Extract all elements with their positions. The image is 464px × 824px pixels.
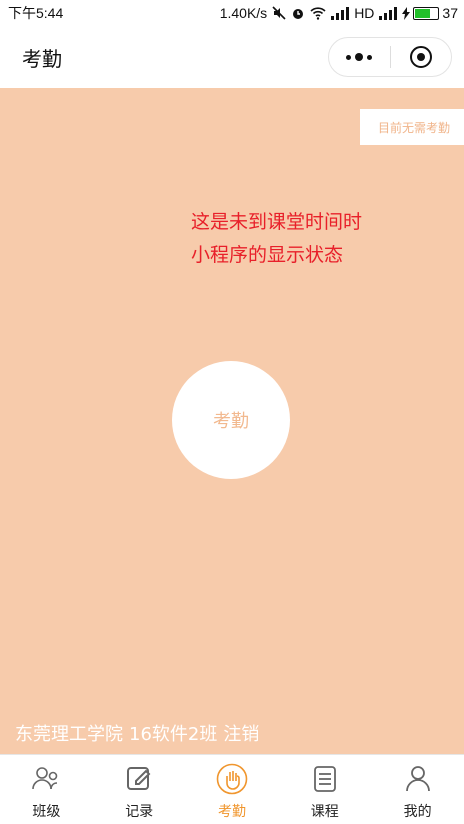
user-info-footer: 东莞理工学院 16软件2班 注销 (15, 720, 259, 746)
main-content: 目前无需考勤 这是未到课堂时间时 小程序的显示状态 考勤 东莞理工学院 16软件… (0, 88, 464, 754)
more-dots-icon (346, 53, 373, 61)
network-speed: 1.40K/s (219, 5, 268, 21)
more-button[interactable] (329, 38, 390, 76)
signal-icon (331, 7, 350, 20)
page-title: 考勤 (22, 46, 62, 71)
tab-courses[interactable]: 课程 (278, 755, 371, 824)
battery-level: 37 (442, 5, 458, 21)
battery-indicator: 37 (402, 5, 458, 21)
user-icon (405, 766, 430, 792)
tab-attendance-label: 考勤 (217, 804, 246, 820)
status-bar: 下午5:44 1.40K/s HD 37 (0, 0, 464, 26)
users-icon (32, 767, 58, 790)
battery-icon (413, 6, 440, 20)
tab-class[interactable]: 班级 (0, 755, 93, 824)
nav-bar: 考勤 (0, 26, 464, 88)
close-button[interactable] (391, 38, 452, 76)
signal-icon-2 (379, 7, 398, 20)
annotation-line-2: 小程序的显示状态 (191, 244, 344, 266)
status-time: 下午5:44 (8, 5, 64, 21)
wifi-icon (310, 7, 326, 20)
checkin-button[interactable]: 考勤 (172, 361, 290, 479)
edit-icon (127, 767, 151, 790)
miniprogram-capsule (328, 37, 452, 77)
tab-class-label: 班级 (32, 804, 61, 820)
target-circle-icon (409, 46, 432, 68)
class-name: 16软件2班 (129, 724, 218, 745)
tab-mine-label: 我的 (403, 804, 432, 820)
tab-courses-label: 课程 (310, 804, 339, 820)
tab-records-label: 记录 (125, 804, 154, 820)
hand-icon (216, 763, 248, 795)
alarm-icon (293, 9, 304, 19)
annotation-text: 这是未到课堂时间时 小程序的显示状态 (191, 206, 362, 272)
status-indicators: 1.40K/s HD 37 (220, 5, 458, 21)
charging-icon (402, 6, 411, 20)
tab-records[interactable]: 记录 (93, 755, 186, 824)
annotation-line-1: 这是未到课堂时间时 (191, 211, 363, 233)
tab-attendance[interactable]: 考勤 (186, 755, 279, 824)
tab-mine[interactable]: 我的 (371, 755, 464, 824)
signal-hd-label: HD (354, 5, 375, 21)
tab-bar: 班级 记录 考勤 课程 我的 (0, 754, 464, 824)
logout-link[interactable]: 注销 (223, 720, 259, 746)
school-name: 东莞理工学院 (15, 724, 123, 745)
mute-icon (272, 6, 286, 20)
attendance-status-tag: 目前无需考勤 (360, 109, 464, 145)
list-icon (313, 766, 336, 792)
